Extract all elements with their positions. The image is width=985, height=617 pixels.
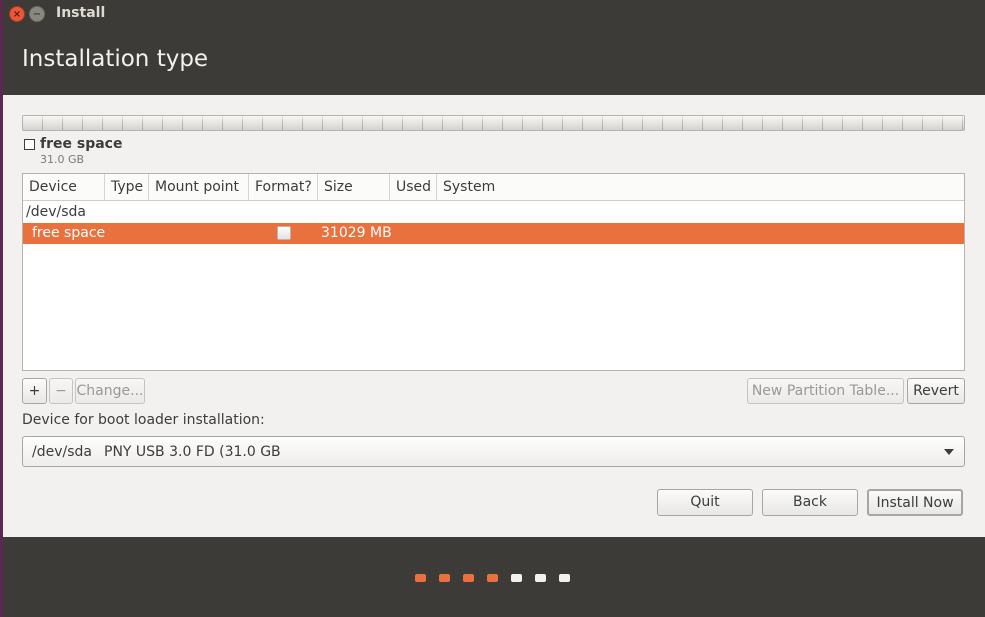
page-title: Installation type xyxy=(22,46,209,72)
change-partition-button[interactable]: Change... xyxy=(75,378,145,404)
column-used[interactable]: Used xyxy=(390,174,437,200)
column-device[interactable]: Device xyxy=(23,174,105,200)
title-bar: × − Install xyxy=(3,0,985,28)
dropdown-arrow-icon xyxy=(944,449,954,455)
window-title: Install xyxy=(56,5,106,21)
minimize-icon[interactable]: − xyxy=(29,6,45,22)
table-row-free-space[interactable]: free space 31029 MB xyxy=(23,223,964,244)
column-system[interactable]: System xyxy=(437,174,964,200)
format-checkbox[interactable] xyxy=(277,226,291,240)
footer xyxy=(3,537,985,617)
column-size[interactable]: Size xyxy=(318,174,390,200)
boot-loader-label: Device for boot loader installation: xyxy=(22,412,265,428)
boot-device-name: PNY USB 3.0 FD (31.0 GB xyxy=(104,444,281,460)
row-size-cell: 31029 MB xyxy=(321,225,392,241)
table-row-device[interactable]: /dev/sda xyxy=(23,202,964,223)
remove-partition-button[interactable]: − xyxy=(49,378,73,404)
column-mount-point[interactable]: Mount point xyxy=(149,174,249,200)
quit-button[interactable]: Quit xyxy=(657,489,753,516)
progress-dot xyxy=(535,574,546,582)
progress-dot xyxy=(559,574,570,582)
column-format[interactable]: Format? xyxy=(249,174,318,200)
back-button[interactable]: Back xyxy=(762,489,858,516)
installer-window: × − Install Installation type free space… xyxy=(3,0,985,617)
free-space-swatch xyxy=(24,139,35,150)
partition-bar xyxy=(22,115,965,131)
partition-table: Device Type Mount point Format? Size Use… xyxy=(22,173,965,371)
table-header: Device Type Mount point Format? Size Use… xyxy=(23,174,964,201)
legend-size: 31.0 GB xyxy=(40,153,85,166)
progress-dot xyxy=(439,574,450,582)
progress-dot xyxy=(511,574,522,582)
progress-dot xyxy=(487,574,498,582)
new-partition-table-button[interactable]: New Partition Table... xyxy=(747,378,904,404)
page-header: Installation type xyxy=(3,28,985,95)
legend-label: free space xyxy=(40,136,123,152)
close-icon[interactable]: × xyxy=(9,6,25,22)
revert-button[interactable]: Revert xyxy=(907,378,965,404)
progress-dot xyxy=(415,574,426,582)
progress-dot xyxy=(463,574,474,582)
boot-device: /dev/sda xyxy=(32,444,92,460)
add-partition-button[interactable]: + xyxy=(22,378,47,404)
boot-loader-select[interactable]: /dev/sda PNY USB 3.0 FD (31.0 GB xyxy=(22,436,965,467)
row-device-cell: free space xyxy=(32,225,106,241)
install-now-button[interactable]: Install Now xyxy=(867,489,963,516)
column-type[interactable]: Type xyxy=(105,174,149,200)
